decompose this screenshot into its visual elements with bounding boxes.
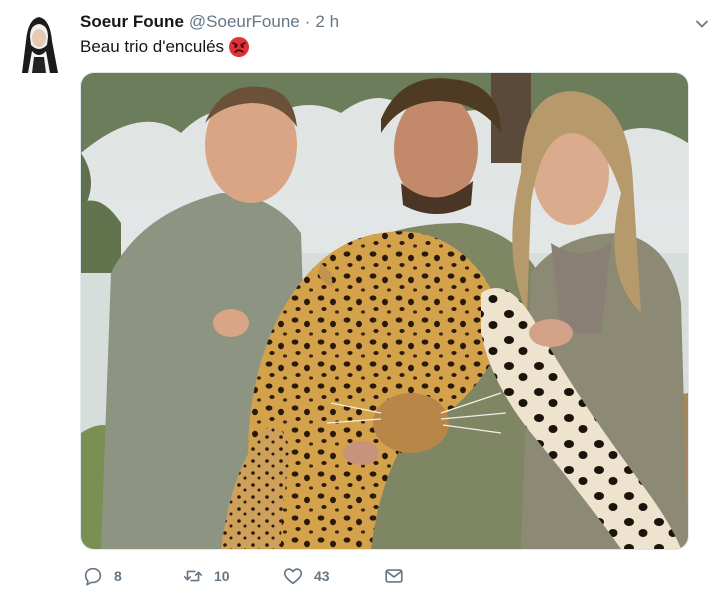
envelope-icon — [385, 569, 403, 583]
reply-count: 8 — [114, 568, 122, 584]
angry-face-emoji — [229, 37, 250, 57]
tweet-text-content: Beau trio d'enculés — [80, 37, 225, 56]
chevron-down-icon — [696, 20, 708, 28]
timestamp[interactable]: 2 h — [315, 12, 339, 32]
like-count: 43 — [314, 568, 330, 584]
tweet-header: Soeur Foune @SoeurFoune · 2 h — [80, 12, 680, 34]
tweet-text: Beau trio d'enculés — [80, 36, 250, 58]
message-button[interactable] — [383, 562, 405, 590]
retweet-count: 10 — [214, 568, 230, 584]
retweet-button[interactable]: 10 — [182, 562, 230, 590]
more-options-button[interactable] — [694, 16, 710, 32]
like-button[interactable]: 43 — [282, 562, 330, 590]
separator: · — [304, 12, 311, 31]
handle[interactable]: @SoeurFoune — [189, 12, 300, 32]
display-name[interactable]: Soeur Foune — [80, 12, 184, 32]
tweet-actions: 8 10 43 — [80, 562, 480, 590]
tweet-photo[interactable] — [80, 72, 689, 550]
reply-button[interactable]: 8 — [82, 562, 122, 590]
retweet-icon — [183, 570, 203, 582]
heart-icon — [283, 568, 303, 585]
avatar[interactable] — [12, 11, 66, 73]
reply-icon — [84, 567, 102, 586]
